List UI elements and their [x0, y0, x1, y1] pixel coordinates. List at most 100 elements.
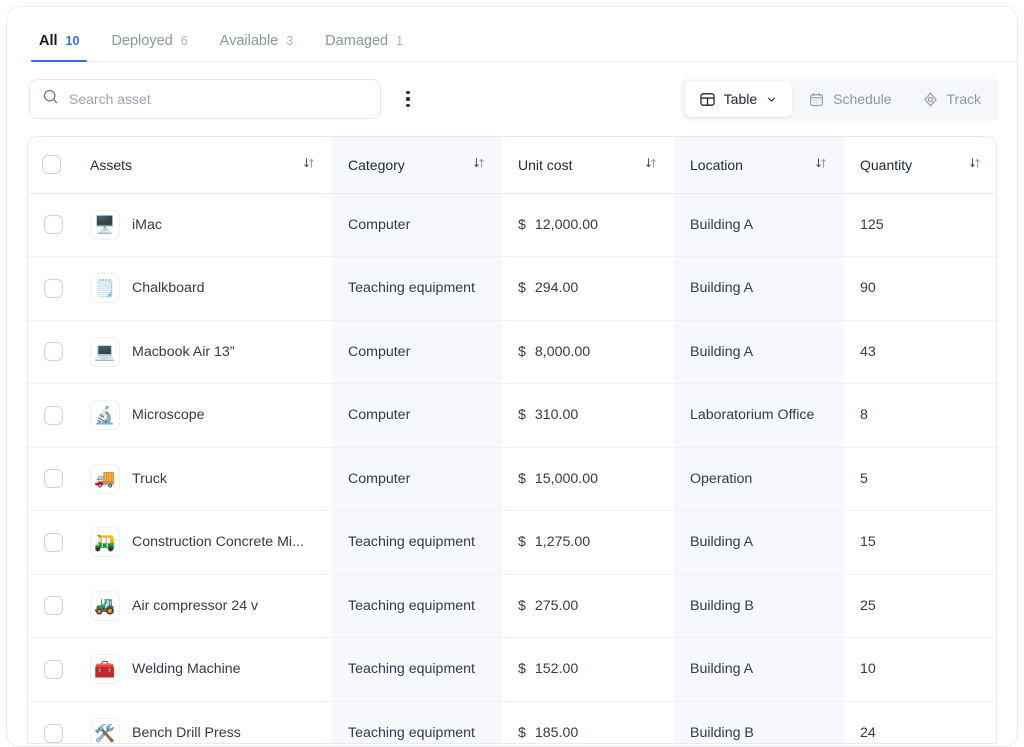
sort-icon-assets[interactable] — [302, 156, 316, 173]
tab-available[interactable]: Available 3 — [204, 33, 310, 62]
table-row[interactable]: 🛺Construction Concrete Mi...Teaching equ… — [28, 511, 997, 575]
cell-asset: 🚜Air compressor 24 v — [74, 574, 332, 638]
table-row[interactable]: 🖥️iMacComputer$12,000.00Building A125 — [28, 193, 997, 257]
tab-deployed[interactable]: Deployed 6 — [95, 33, 203, 62]
row-checkbox[interactable] — [44, 469, 63, 488]
row-select-cell — [28, 447, 74, 511]
cell-location: Building A — [674, 193, 844, 257]
cell-unit-cost: $12,000.00 — [502, 193, 674, 257]
cell-asset: 🖥️iMac — [74, 193, 332, 257]
kebab-dot-2 — [406, 97, 409, 100]
asset-thumbnail-icon: 🛺 — [90, 527, 120, 557]
cell-unit-cost: $310.00 — [502, 384, 674, 448]
row-select-cell — [28, 511, 74, 575]
unit-cost-value: 1,275.00 — [535, 534, 590, 550]
table-row[interactable]: 💻Macbook Air 13”Computer$8,000.00Buildin… — [28, 320, 997, 384]
cell-category: Computer — [332, 447, 502, 511]
tab-deployed-count: 6 — [181, 34, 188, 48]
cell-location: Building A — [674, 257, 844, 321]
view-button-table[interactable]: Table — [685, 81, 792, 117]
cell-asset: 💻Macbook Air 13” — [74, 320, 332, 384]
currency-symbol: $ — [518, 725, 526, 741]
row-checkbox[interactable] — [44, 533, 63, 552]
column-header-assets[interactable]: Assets — [74, 137, 332, 193]
tab-deployed-label: Deployed — [111, 33, 172, 49]
table-row[interactable]: 🔬MicroscopeComputer$310.00Laboratorium O… — [28, 384, 997, 448]
currency-symbol: $ — [518, 661, 526, 677]
table-toolbar: Table Schedule — [7, 62, 1017, 136]
row-checkbox[interactable] — [44, 724, 63, 743]
tab-all[interactable]: All 10 — [23, 33, 95, 62]
asset-thumbnail-icon: 💻 — [90, 337, 120, 367]
row-checkbox[interactable] — [44, 660, 63, 679]
cell-quantity: 125 — [844, 193, 997, 257]
view-switch: Table Schedule — [681, 77, 999, 121]
sort-icon-location[interactable] — [814, 156, 828, 173]
column-header-unit-cost-label: Unit cost — [518, 157, 572, 173]
status-tabs: All 10 Deployed 6 Available 3 Damaged 1 — [7, 7, 1017, 62]
column-header-category[interactable]: Category — [332, 137, 502, 193]
tab-damaged-count: 1 — [396, 34, 403, 48]
row-checkbox[interactable] — [44, 215, 63, 234]
search-box[interactable] — [29, 79, 381, 119]
cell-location: Building A — [674, 511, 844, 575]
select-all-checkbox[interactable] — [42, 155, 61, 174]
view-button-track[interactable]: Track — [908, 81, 995, 117]
cell-category: Computer — [332, 384, 502, 448]
asset-thumbnail-icon: 🧰 — [90, 654, 120, 684]
cell-asset: 🔬Microscope — [74, 384, 332, 448]
asset-thumbnail-icon: 🔬 — [90, 400, 120, 430]
column-header-location[interactable]: Location — [674, 137, 844, 193]
view-button-schedule[interactable]: Schedule — [794, 81, 905, 117]
tab-all-count: 10 — [66, 34, 80, 48]
cell-location: Operation — [674, 447, 844, 511]
row-checkbox[interactable] — [44, 279, 63, 298]
cell-unit-cost: $8,000.00 — [502, 320, 674, 384]
table-row[interactable]: 🚚TruckComputer$15,000.00Operation5 — [28, 447, 997, 511]
currency-symbol: $ — [518, 534, 526, 550]
cell-unit-cost: $294.00 — [502, 257, 674, 321]
cell-category: Teaching equipment — [332, 574, 502, 638]
table-row[interactable]: 🛠️Bench Drill PressTeaching equipment$18… — [28, 701, 997, 744]
asset-name: iMac — [132, 217, 162, 233]
table-row[interactable]: 🗒️ChalkboardTeaching equipment$294.00Bui… — [28, 257, 997, 321]
sort-icon-quantity[interactable] — [968, 156, 982, 173]
asset-name: Chalkboard — [132, 280, 205, 296]
cell-unit-cost: $185.00 — [502, 701, 674, 744]
table-row[interactable]: 🧰Welding MachineTeaching equipment$152.0… — [28, 638, 997, 702]
more-options-icon[interactable] — [391, 82, 425, 116]
cell-unit-cost: $15,000.00 — [502, 447, 674, 511]
search-input[interactable] — [69, 91, 368, 107]
cell-unit-cost: $275.00 — [502, 574, 674, 638]
table-row[interactable]: 🚜Air compressor 24 vTeaching equipment$2… — [28, 574, 997, 638]
row-checkbox[interactable] — [44, 342, 63, 361]
table-header-row: Assets Category — [28, 137, 997, 193]
table-body: 🖥️iMacComputer$12,000.00Building A125🗒️C… — [28, 193, 997, 744]
row-checkbox[interactable] — [44, 596, 63, 615]
kebab-dot-3 — [406, 104, 409, 107]
currency-symbol: $ — [518, 598, 526, 614]
row-checkbox[interactable] — [44, 406, 63, 425]
cell-category: Teaching equipment — [332, 701, 502, 744]
assets-table-container: Assets Category — [27, 136, 997, 744]
currency-symbol: $ — [518, 344, 526, 360]
cell-quantity: 10 — [844, 638, 997, 702]
unit-cost-value: 185.00 — [535, 725, 578, 741]
kebab-dot-1 — [406, 91, 409, 94]
cell-category: Teaching equipment — [332, 257, 502, 321]
column-header-unit-cost[interactable]: Unit cost — [502, 137, 674, 193]
tab-available-count: 3 — [286, 34, 293, 48]
unit-cost-value: 152.00 — [535, 661, 578, 677]
asset-thumbnail-icon: 🚚 — [90, 464, 120, 494]
row-select-cell — [28, 574, 74, 638]
sort-icon-category[interactable] — [472, 156, 486, 173]
column-header-quantity[interactable]: Quantity — [844, 137, 997, 193]
sort-icon-unit-cost[interactable] — [644, 156, 658, 173]
asset-name: Air compressor 24 v — [132, 598, 258, 614]
calendar-icon — [808, 91, 825, 108]
cell-quantity: 25 — [844, 574, 997, 638]
cell-unit-cost: $152.00 — [502, 638, 674, 702]
cell-quantity: 8 — [844, 384, 997, 448]
tab-damaged[interactable]: Damaged 1 — [309, 33, 419, 62]
cell-location: Building B — [674, 701, 844, 744]
